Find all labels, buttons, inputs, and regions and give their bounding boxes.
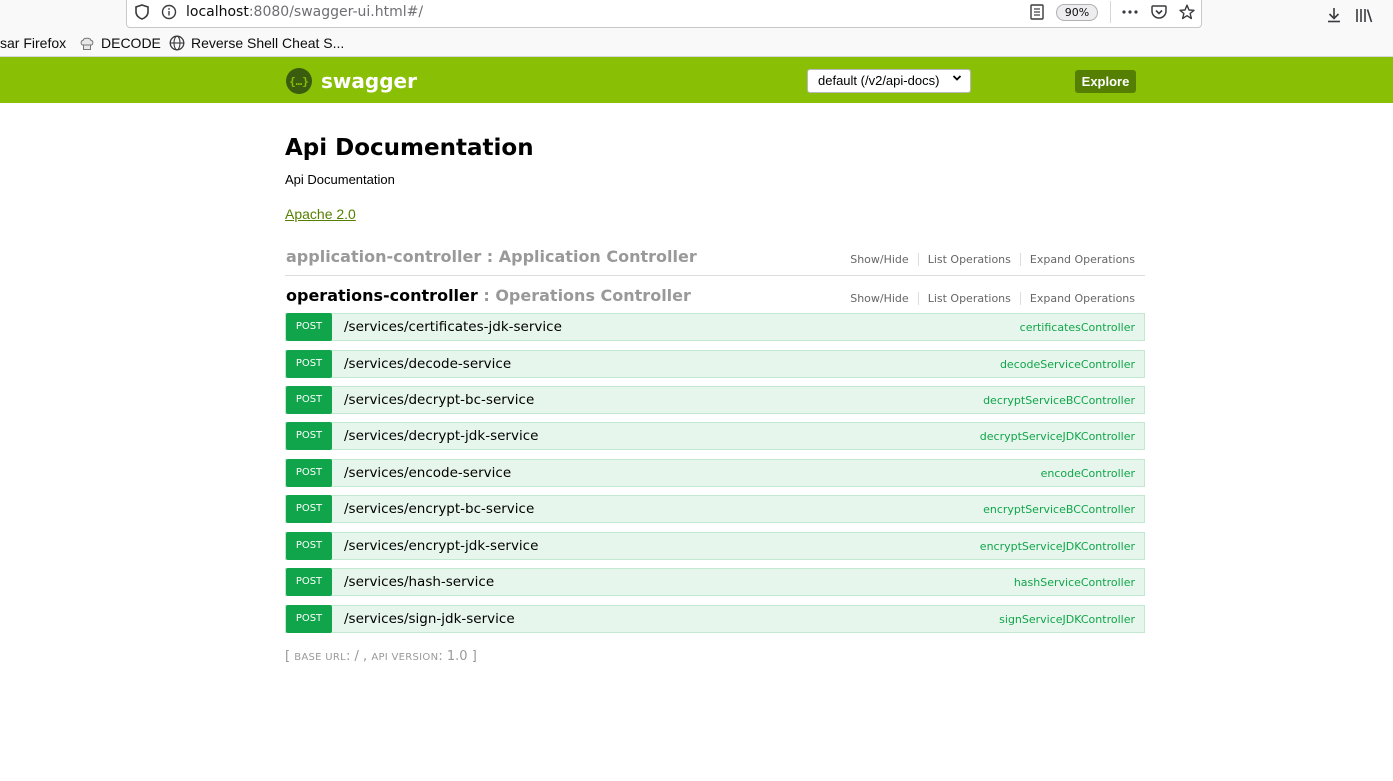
urlbar-separator — [1110, 1, 1111, 23]
site-info-icon[interactable] — [160, 3, 178, 21]
resource-title[interactable]: application-controller : Application Con… — [286, 247, 697, 266]
http-method-badge[interactable]: POST — [286, 422, 332, 450]
operation-row[interactable]: POST /services/sign-jdk-service signServ… — [285, 604, 1145, 633]
operation-row[interactable]: POST /services/decrypt-jdk-service decry… — [285, 422, 1145, 450]
show-hide-link[interactable]: Show/Hide — [850, 292, 919, 305]
resource-title[interactable]: operations-controller : Operations Contr… — [286, 286, 691, 305]
base-url-label: BASE URL — [294, 652, 347, 663]
swagger-logo[interactable]: {…} swagger — [286, 68, 417, 94]
library-icon[interactable] — [1351, 2, 1377, 28]
page-actions-icon[interactable] — [1121, 3, 1139, 21]
bookmark-item[interactable]: Reverse Shell Cheat S... — [169, 35, 344, 51]
operation-row[interactable]: POST /services/hash-service hashServiceC… — [285, 568, 1145, 596]
http-method-badge[interactable]: POST — [286, 349, 332, 378]
bookmark-label: DECODE — [101, 35, 161, 51]
swagger-logo-text: swagger — [321, 69, 417, 93]
show-hide-link[interactable]: Show/Hide — [850, 253, 919, 266]
api-footer-info: [ BASE URL: / , API VERSION: 1.0 ] — [285, 649, 477, 664]
operation-nickname[interactable]: decryptServiceJDKController — [980, 430, 1135, 443]
api-description: Api Documentation — [285, 172, 395, 187]
resource-name: application-controller — [286, 247, 482, 266]
operation-path[interactable]: /services/hash-service — [344, 574, 494, 590]
resource-description: : Application Controller — [486, 247, 697, 266]
operation-row[interactable]: POST /services/decode-service decodeServ… — [285, 349, 1145, 378]
operation-nickname[interactable]: encryptServiceBCController — [983, 503, 1135, 516]
bookmark-label: sar Firefox — [0, 35, 67, 51]
operation-nickname[interactable]: certificatesController — [1020, 321, 1135, 334]
operation-nickname[interactable]: encodeController — [1041, 467, 1135, 480]
operation-path[interactable]: /services/encode-service — [344, 465, 511, 481]
operation-nickname[interactable]: hashServiceController — [1014, 576, 1135, 589]
http-method-badge[interactable]: POST — [286, 568, 332, 596]
http-method-badge[interactable]: POST — [286, 495, 332, 523]
zoom-level-badge[interactable]: 90% — [1056, 4, 1098, 21]
http-method-badge[interactable]: POST — [286, 313, 332, 341]
url-bar[interactable]: localhost:8080/swagger-ui.html#/ 90% — [126, 0, 1202, 28]
operation-row[interactable]: POST /services/encrypt-bc-service encryp… — [285, 495, 1145, 523]
base-url-value: : / , — [346, 649, 368, 664]
bookmark-star-icon[interactable] — [1178, 3, 1196, 21]
chevron-down-icon — [952, 71, 962, 88]
api-spec-select[interactable]: default (/v2/api-docs) — [807, 69, 971, 93]
resource-application-controller: application-controller : Application Con… — [285, 244, 1145, 276]
api-spec-select-value: default (/v2/api-docs) — [818, 73, 940, 88]
resource-options: Show/Hide List Operations Expand Operati… — [850, 292, 1135, 305]
operation-nickname[interactable]: decryptServiceBCController — [983, 394, 1135, 407]
operation-nickname[interactable]: encryptServiceJDKController — [980, 540, 1135, 553]
operation-row[interactable]: POST /services/encrypt-jdk-service encry… — [285, 531, 1145, 560]
operation-path[interactable]: /services/encrypt-bc-service — [344, 501, 534, 517]
http-method-badge[interactable]: POST — [286, 531, 332, 560]
downloads-icon[interactable] — [1321, 2, 1347, 28]
chef-hat-icon — [79, 35, 95, 51]
pocket-icon[interactable] — [1150, 3, 1168, 21]
operation-path[interactable]: /services/decrypt-bc-service — [344, 392, 534, 408]
resource-description: : Operations Controller — [483, 286, 691, 305]
list-operations-link[interactable]: List Operations — [919, 292, 1021, 305]
footer-bracket: [ — [285, 649, 291, 664]
swagger-header: {…} swagger default (/v2/api-docs) Explo… — [0, 57, 1393, 103]
http-method-badge[interactable]: POST — [286, 386, 332, 414]
resource-operations-controller: operations-controller : Operations Contr… — [285, 283, 1145, 313]
expand-operations-link[interactable]: Expand Operations — [1021, 292, 1135, 305]
operation-path[interactable]: /services/certificates-jdk-service — [344, 319, 562, 335]
reader-view-icon[interactable] — [1028, 3, 1046, 21]
http-method-badge[interactable]: POST — [286, 458, 332, 487]
http-method-badge[interactable]: POST — [286, 604, 332, 633]
operation-path[interactable]: /services/decode-service — [344, 356, 511, 372]
api-version-label: API VERSION — [371, 652, 439, 663]
operation-nickname[interactable]: signServiceJDKController — [999, 613, 1135, 626]
license-link[interactable]: Apache 2.0 — [285, 206, 356, 222]
explore-button[interactable]: Explore — [1075, 70, 1136, 93]
browser-toolbar: localhost:8080/swagger-ui.html#/ 90% — [0, 0, 1393, 30]
operation-row[interactable]: POST /services/certificates-jdk-service … — [285, 313, 1145, 341]
resource-name: operations-controller — [286, 286, 478, 305]
operation-path[interactable]: /services/sign-jdk-service — [344, 611, 515, 627]
api-version-value: : 1.0 ] — [438, 649, 477, 664]
bookmark-item[interactable]: sar Firefox — [0, 35, 66, 51]
swagger-logo-icon: {…} — [286, 68, 312, 94]
operation-path[interactable]: /services/decrypt-jdk-service — [344, 428, 538, 444]
resource-options: Show/Hide List Operations Expand Operati… — [850, 253, 1135, 266]
globe-icon — [169, 35, 185, 51]
tracking-shield-icon[interactable] — [133, 3, 151, 21]
api-title: Api Documentation — [285, 135, 534, 161]
list-operations-link[interactable]: List Operations — [919, 253, 1021, 266]
bookmark-label: Reverse Shell Cheat S... — [191, 35, 345, 51]
operation-row[interactable]: POST /services/encode-service encodeCont… — [285, 458, 1145, 487]
bookmarks-toolbar: sar Firefox DECODE Reverse Shell Cheat S… — [0, 30, 1393, 57]
operation-nickname[interactable]: decodeServiceController — [1000, 358, 1135, 371]
bookmark-item[interactable]: DECODE — [79, 35, 161, 51]
operation-row[interactable]: POST /services/decrypt-bc-service decryp… — [285, 386, 1145, 414]
expand-operations-link[interactable]: Expand Operations — [1021, 253, 1135, 266]
url-text[interactable]: localhost:8080/swagger-ui.html#/ — [186, 4, 423, 20]
operation-path[interactable]: /services/encrypt-jdk-service — [344, 538, 538, 554]
